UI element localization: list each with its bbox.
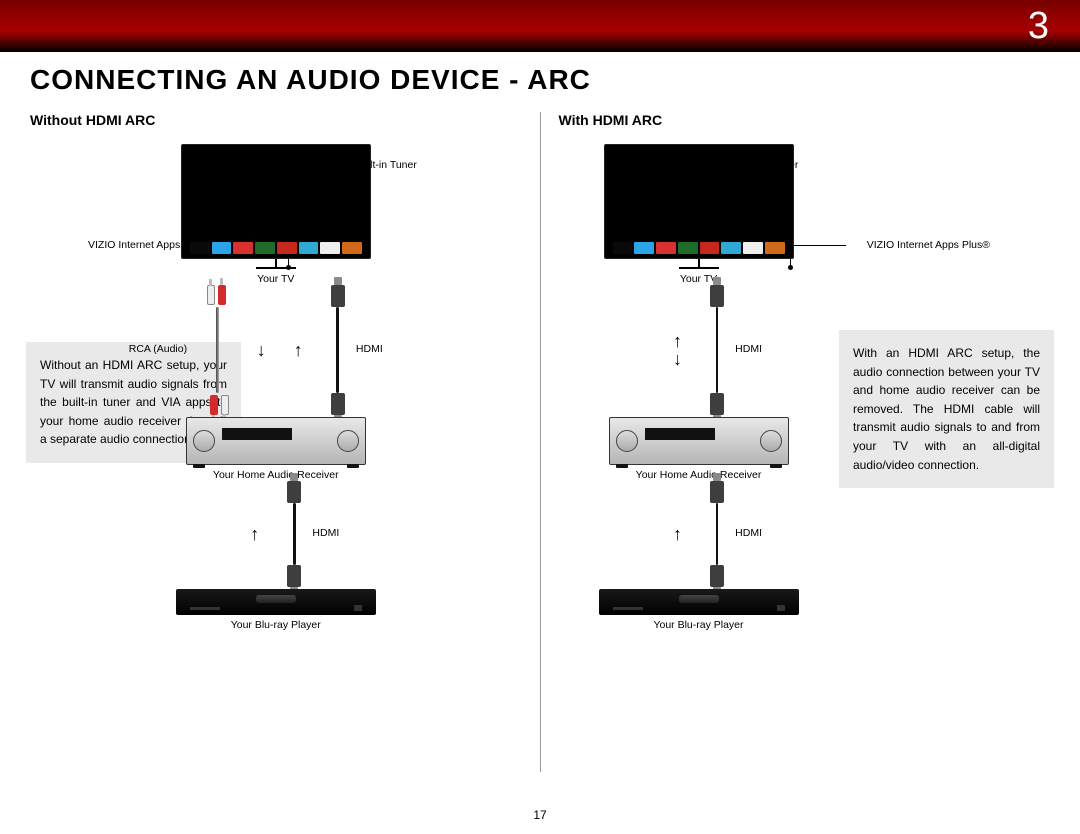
arrow-up-icon: ↑ bbox=[673, 525, 682, 543]
tv-label: Your TV bbox=[680, 273, 717, 285]
hdmi-cable bbox=[287, 481, 301, 587]
arrow-bidirectional-icon: ↑↓ bbox=[673, 332, 682, 368]
callout-apps-right: VIZIO Internet Apps Plus® bbox=[867, 239, 990, 251]
subheading-left: Without HDMI ARC bbox=[30, 112, 522, 128]
bluray-device bbox=[599, 589, 799, 615]
hdmi-cable bbox=[710, 481, 724, 587]
receiver-label: Your Home Audio Receiver bbox=[636, 469, 762, 481]
tv-apps-bar bbox=[613, 242, 785, 254]
tv-screen bbox=[604, 144, 794, 259]
hdmi-cable bbox=[331, 285, 345, 415]
bluray-label: Your Blu-ray Player bbox=[653, 619, 743, 631]
tv-screen bbox=[181, 144, 371, 259]
arrow-down-icon: ↓ bbox=[257, 341, 266, 359]
hdmi-cable bbox=[710, 285, 724, 415]
arrow-up-icon: ↑ bbox=[250, 525, 259, 543]
cable-row-2-right: HDMI ↑ bbox=[673, 481, 724, 587]
cable-row-1-left: RCA (Audio) HDMI ↓ ↑ bbox=[207, 285, 345, 415]
arrow-up-icon: ↑ bbox=[294, 341, 303, 359]
receiver-device bbox=[186, 417, 366, 465]
tv-stand bbox=[256, 267, 296, 269]
cable-label-hdmi: HDMI bbox=[735, 343, 762, 355]
receiver-label: Your Home Audio Receiver bbox=[213, 469, 339, 481]
receiver-device bbox=[609, 417, 789, 465]
cable-label-rca: RCA (Audio) bbox=[129, 343, 187, 355]
tv-device bbox=[181, 144, 371, 269]
cable-label-hdmi2: HDMI bbox=[735, 527, 762, 539]
tv-stand bbox=[679, 267, 719, 269]
info-box-right: With an HDMI ARC setup, the audio connec… bbox=[839, 330, 1054, 488]
column-with-arc: With HDMI ARC With an HDMI ARC setup, th… bbox=[559, 104, 1051, 784]
bluray-label: Your Blu-ray Player bbox=[231, 619, 321, 631]
column-divider bbox=[540, 112, 541, 772]
page-title: CONNECTING AN AUDIO DEVICE - ARC bbox=[0, 52, 1080, 104]
rca-cable bbox=[207, 285, 229, 415]
cable-label-hdmi2: HDMI bbox=[312, 527, 339, 539]
cable-row-2-left: HDMI ↑ bbox=[250, 481, 301, 587]
tv-apps-bar bbox=[190, 242, 362, 254]
bluray-device bbox=[176, 589, 376, 615]
column-without-arc: Without HDMI ARC Without an HDMI ARC set… bbox=[30, 104, 522, 784]
chapter-banner: 3 bbox=[0, 0, 1080, 52]
tv-device bbox=[604, 144, 794, 269]
subheading-right: With HDMI ARC bbox=[559, 112, 1051, 128]
chapter-number: 3 bbox=[1028, 5, 1050, 48]
page-number: 17 bbox=[533, 808, 546, 822]
cable-row-1-right: HDMI ↑↓ bbox=[673, 285, 724, 415]
tv-label: Your TV bbox=[257, 273, 294, 285]
cable-label-hdmi: HDMI bbox=[356, 343, 383, 355]
